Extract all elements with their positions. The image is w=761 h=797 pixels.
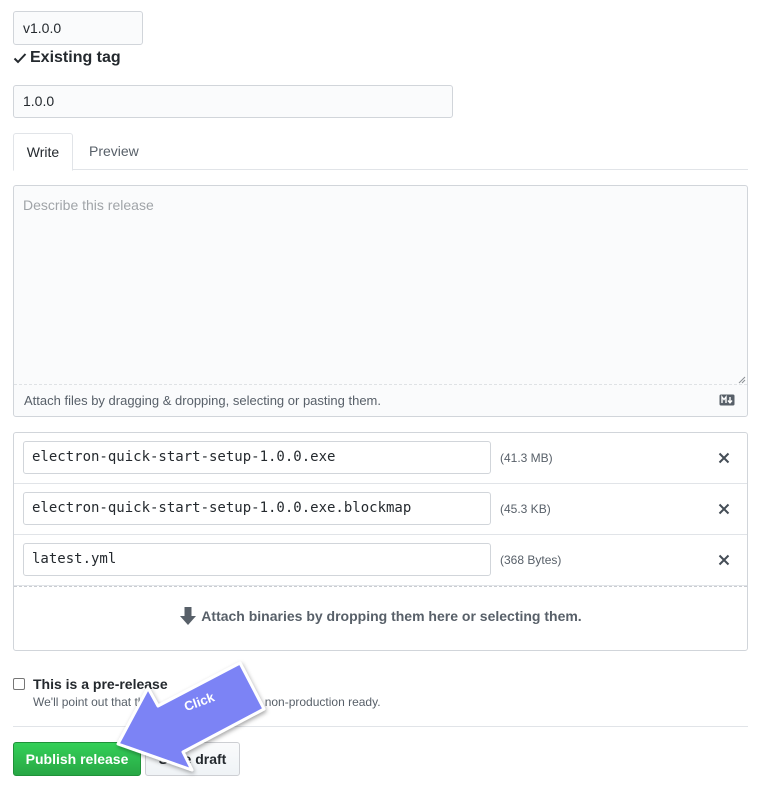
divider — [13, 726, 748, 727]
attach-files-hint: Attach files by dragging & dropping, sel… — [24, 393, 381, 408]
arrow-down-icon — [180, 607, 197, 625]
tag-input[interactable]: v1.0.0 — [13, 11, 143, 45]
check-icon — [13, 53, 27, 64]
editor-tabs: Write Preview — [13, 133, 748, 171]
tab-write[interactable]: Write — [13, 133, 73, 171]
tab-preview[interactable]: Preview — [77, 133, 151, 170]
existing-tag-indicator: Existing tag — [13, 48, 121, 68]
asset-name-input[interactable]: electron-quick-start-setup-1.0.0.exe — [23, 441, 491, 474]
prerelease-label[interactable]: This is a pre-release — [33, 676, 168, 692]
resize-handle-icon[interactable] — [736, 374, 746, 384]
asset-row: latest.yml (368 Bytes) — [14, 535, 747, 586]
publish-release-button[interactable]: Publish release — [13, 742, 141, 776]
asset-size: (368 Bytes) — [500, 553, 562, 567]
release-title-input[interactable]: 1.0.0 — [13, 85, 453, 118]
asset-name-input[interactable]: latest.yml — [23, 543, 491, 576]
callout-label: Click — [182, 689, 217, 715]
release-assets: electron-quick-start-setup-1.0.0.exe (41… — [13, 432, 748, 651]
prerelease-note-end: ed as non-production ready. — [232, 695, 381, 709]
asset-size: (45.3 KB) — [500, 502, 551, 516]
asset-name-input[interactable]: electron-quick-start-setup-1.0.0.exe.blo… — [23, 492, 491, 525]
asset-row: electron-quick-start-setup-1.0.0.exe.blo… — [14, 484, 747, 535]
prerelease-checkbox[interactable] — [13, 678, 25, 690]
asset-size: (41.3 MB) — [500, 451, 553, 465]
attach-files-bar[interactable]: Attach files by dragging & dropping, sel… — [14, 384, 747, 416]
binaries-dropzone[interactable]: Attach binaries by dropping them here or… — [14, 586, 747, 650]
remove-asset-icon[interactable] — [717, 502, 731, 516]
save-draft-button[interactable]: Save draft — [145, 742, 240, 776]
dropzone-content: Attach binaries by dropping them here or… — [14, 606, 747, 626]
dropzone-text: Attach binaries by dropping them here or… — [201, 608, 582, 624]
release-description-editor[interactable]: Describe this release Attach files by dr… — [13, 185, 748, 417]
prerelease-note: We'll point out that th — [33, 695, 145, 709]
description-placeholder: Describe this release — [23, 197, 154, 213]
asset-row: electron-quick-start-setup-1.0.0.exe (41… — [14, 433, 747, 484]
markdown-icon[interactable] — [719, 394, 735, 406]
existing-tag-label: Existing tag — [30, 49, 121, 66]
remove-asset-icon[interactable] — [717, 553, 731, 567]
remove-asset-icon[interactable] — [717, 451, 731, 465]
